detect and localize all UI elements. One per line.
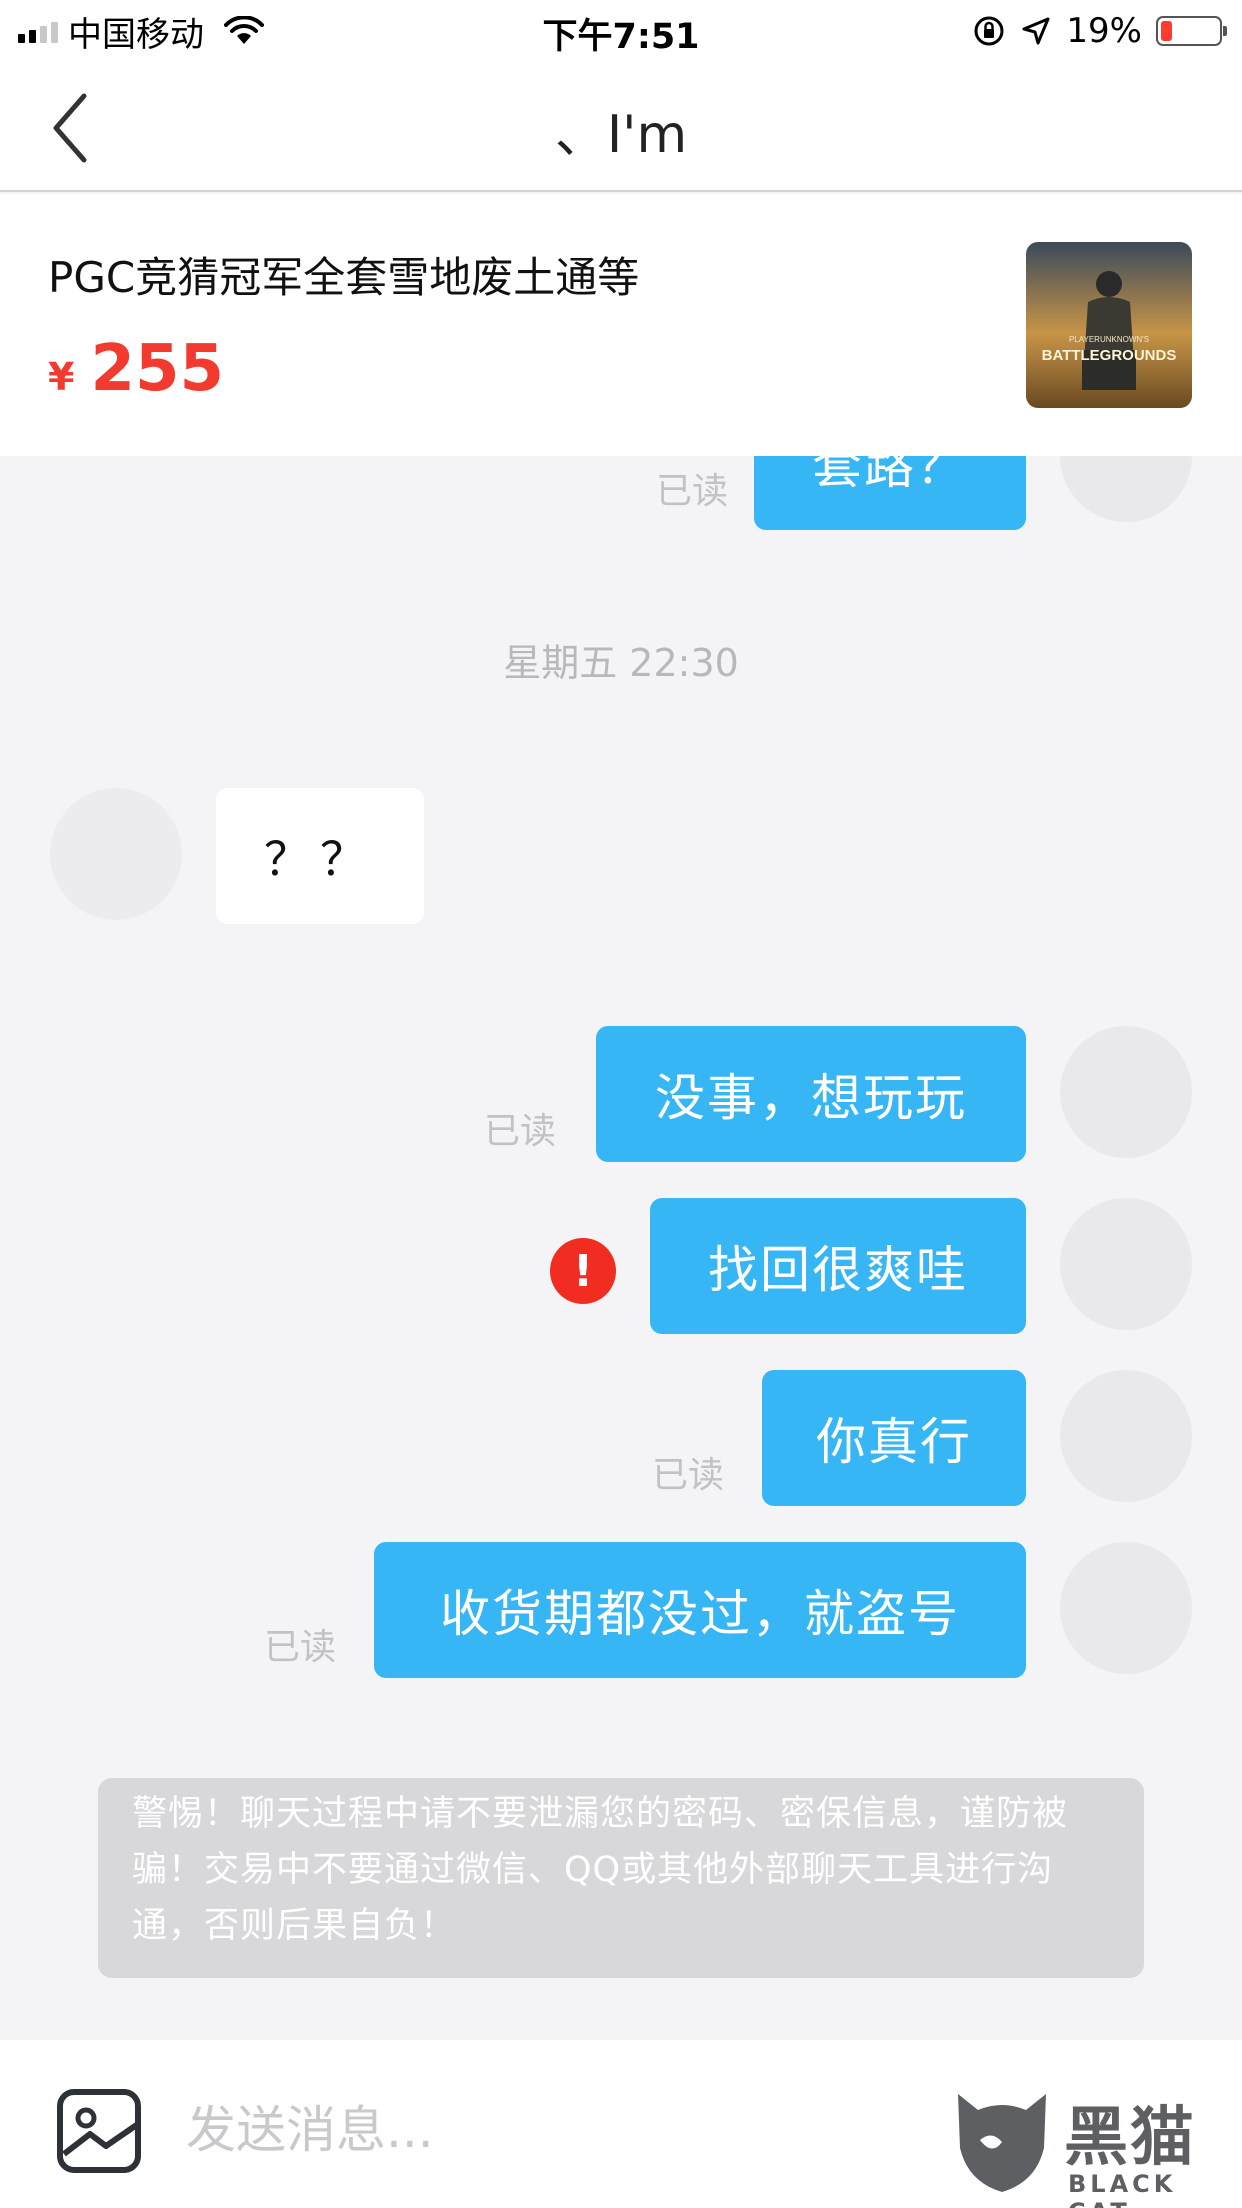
chat-timestamp: 星期五 22:30 bbox=[503, 641, 739, 685]
message-bubble-sent[interactable]: 套路？ bbox=[754, 456, 1026, 530]
message-bubble-sent[interactable]: 没事，想玩玩 bbox=[596, 1026, 1026, 1162]
nav-bar: 、I'm bbox=[0, 62, 1242, 192]
avatar[interactable] bbox=[1060, 1370, 1192, 1502]
product-thumbnail[interactable]: PLAYERUNKNOWN'S BATTLEGROUNDS bbox=[1026, 242, 1192, 408]
avatar[interactable] bbox=[1060, 1542, 1192, 1674]
product-title: PGC竞猜冠军全套雪地废土通等 bbox=[48, 253, 640, 302]
orientation-lock-icon bbox=[974, 16, 1004, 46]
send-failed-icon[interactable]: ! bbox=[550, 1238, 616, 1304]
avatar[interactable] bbox=[1060, 1026, 1192, 1158]
page-title: 、I'm bbox=[554, 105, 688, 165]
avatar[interactable] bbox=[50, 788, 182, 920]
black-cat-icon bbox=[958, 2094, 1046, 2192]
message-bubble-sent[interactable]: 找回很爽哇 bbox=[650, 1198, 1026, 1334]
avatar[interactable] bbox=[1060, 456, 1192, 522]
read-status: 已读 bbox=[651, 1455, 724, 1496]
watermark-logo: 黑猫 BLACK CAT bbox=[952, 2086, 1222, 2208]
watermark-text-cn: 黑猫 bbox=[1064, 2101, 1196, 2175]
message-bubble-sent[interactable]: 收货期都没过，就盗号 bbox=[374, 1542, 1026, 1678]
battery-fill bbox=[1161, 21, 1172, 41]
message-bubble-sent[interactable]: 你真行 bbox=[762, 1370, 1026, 1506]
thumbnail-text-main: BATTLEGROUNDS bbox=[1042, 347, 1177, 364]
watermark-text-en: BLACK CAT bbox=[1068, 2170, 1177, 2208]
thumbnail-text-top: PLAYERUNKNOWN'S bbox=[1069, 335, 1149, 344]
status-bar: 中国移动 下午7:51 19% bbox=[0, 0, 1242, 62]
message-bubble-received[interactable]: ？？ bbox=[216, 788, 424, 924]
security-warning: 警惕！聊天过程中请不要泄漏您的密码、密保信息，谨防被骗！交易中不要通过微信、QQ… bbox=[98, 1778, 1144, 1978]
read-status: 已读 bbox=[655, 471, 728, 512]
product-price: ¥ 255 bbox=[48, 332, 224, 406]
status-right: 19% bbox=[972, 8, 1227, 54]
location-arrow-icon bbox=[1022, 17, 1050, 45]
read-status: 已读 bbox=[483, 1111, 556, 1152]
battery-icon bbox=[1156, 16, 1227, 46]
message-input[interactable] bbox=[186, 2090, 746, 2170]
battery-percent: 19% bbox=[1066, 11, 1142, 51]
avatar[interactable] bbox=[1060, 1198, 1192, 1330]
price-value: 255 bbox=[90, 332, 225, 406]
read-status: 已读 bbox=[263, 1627, 336, 1668]
image-picker-button[interactable] bbox=[56, 2088, 142, 2174]
chat-area[interactable]: 套路？ 已读 星期五 22:30 ？？ 已读 没事，想玩玩 ! 找回很爽哇 已读… bbox=[0, 456, 1242, 2040]
currency-symbol: ¥ bbox=[48, 355, 75, 399]
product-card[interactable]: PGC竞猜冠军全套雪地废土通等 ¥ 255 PLAYERUNKNOWN'S BA… bbox=[0, 194, 1242, 456]
